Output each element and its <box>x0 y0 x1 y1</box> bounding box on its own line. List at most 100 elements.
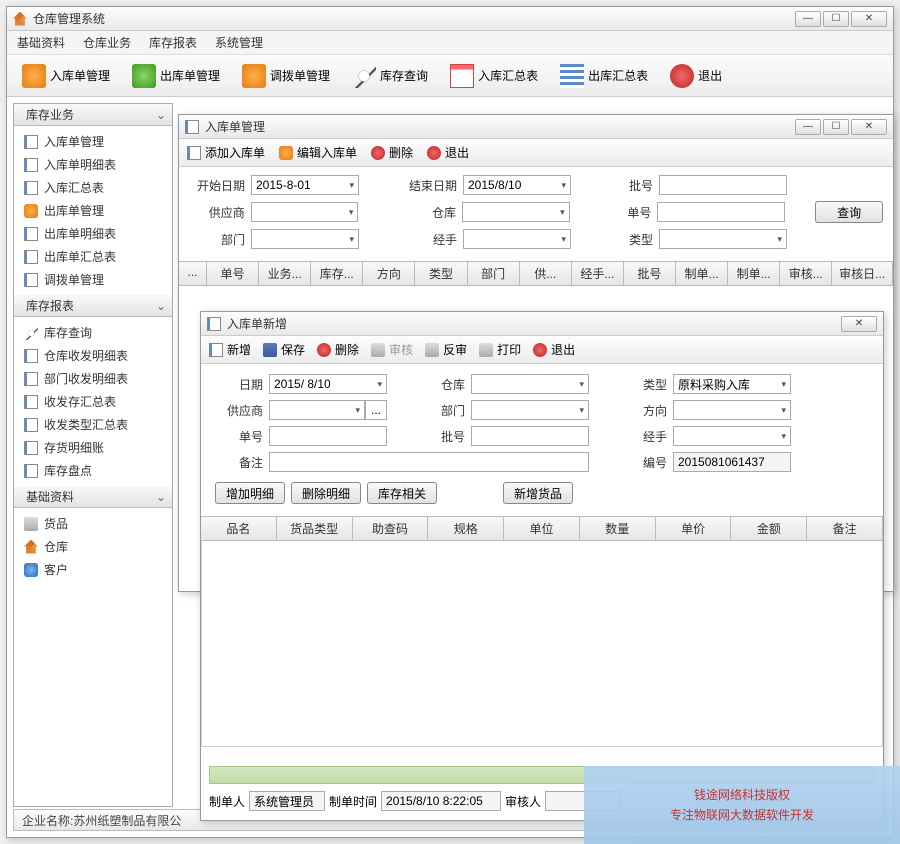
stock-related-button[interactable]: 库存相关 <box>367 482 437 504</box>
type-select[interactable]: ▾ <box>659 229 787 249</box>
side-item[interactable]: 出库单汇总表 <box>14 245 172 268</box>
col[interactable]: 金额 <box>731 517 807 540</box>
col[interactable]: 方向 <box>363 262 415 285</box>
col[interactable]: 经手... <box>572 262 624 285</box>
maximize-button[interactable]: ☐ <box>823 11 849 27</box>
menu-basic[interactable]: 基础资料 <box>17 34 65 51</box>
edit-button[interactable]: 编辑入库单 <box>279 144 357 161</box>
menu-business[interactable]: 仓库业务 <box>83 34 131 51</box>
new-button[interactable]: 新增 <box>209 341 251 358</box>
minimize-button[interactable]: — <box>795 11 821 27</box>
batch-input[interactable] <box>471 426 589 446</box>
delete-button[interactable]: 删除 <box>317 341 359 358</box>
handler-select[interactable]: ▾ <box>463 229 571 249</box>
type-select[interactable]: 原料采购入库▾ <box>673 374 791 394</box>
batch-input[interactable] <box>659 175 787 195</box>
exit-button[interactable]: 退出 <box>427 144 469 161</box>
tb-outsummary[interactable]: 出库汇总表 <box>551 59 657 93</box>
col[interactable]: 库存... <box>311 262 363 285</box>
col[interactable]: 批号 <box>624 262 676 285</box>
side-item[interactable]: 出库单管理 <box>14 199 172 222</box>
col[interactable]: 制单... <box>676 262 728 285</box>
close-button[interactable]: ✕ <box>851 119 887 135</box>
save-button[interactable]: 保存 <box>263 341 305 358</box>
exit-button[interactable]: 退出 <box>533 341 575 358</box>
col[interactable]: 单号 <box>207 262 259 285</box>
tb-transfer[interactable]: 调拨单管理 <box>233 59 339 93</box>
side-sec-business[interactable]: 库存业务 ⌄ <box>14 104 172 126</box>
side-item[interactable]: 部门收发明细表 <box>14 367 172 390</box>
tb-insummary[interactable]: 入库汇总表 <box>441 59 547 93</box>
col[interactable]: 单价 <box>656 517 732 540</box>
col[interactable]: 品名 <box>201 517 277 540</box>
side-item[interactable]: 货品 <box>14 512 172 535</box>
end-date-input[interactable]: 2015/8/10▾ <box>463 175 571 195</box>
side-item[interactable]: 入库汇总表 <box>14 176 172 199</box>
maximize-button[interactable]: ☐ <box>823 119 849 135</box>
minimize-button[interactable]: — <box>795 119 821 135</box>
add-button[interactable]: 添加入库单 <box>187 144 265 161</box>
tb-inbound[interactable]: 入库单管理 <box>13 59 119 93</box>
delete-button[interactable]: 删除 <box>371 144 413 161</box>
col[interactable]: 部门 <box>468 262 520 285</box>
col[interactable]: 业务... <box>259 262 311 285</box>
print-button[interactable]: 打印 <box>479 341 521 358</box>
del-detail-button[interactable]: 删除明细 <box>291 482 361 504</box>
docno-input[interactable] <box>269 426 387 446</box>
close-button[interactable]: ✕ <box>841 316 877 332</box>
col[interactable]: 类型 <box>415 262 467 285</box>
supplier-select[interactable]: ▾ <box>251 202 359 222</box>
side-item[interactable]: 客户 <box>14 558 172 581</box>
docno-input[interactable] <box>657 202 785 222</box>
warehouse-select[interactable]: ▾ <box>462 202 570 222</box>
side-sec-report[interactable]: 库存报表 ⌄ <box>14 295 172 317</box>
direction-select[interactable]: ▾ <box>673 400 791 420</box>
side-item[interactable]: 出库单明细表 <box>14 222 172 245</box>
side-item[interactable]: 入库单管理 <box>14 130 172 153</box>
menu-system[interactable]: 系统管理 <box>215 34 263 51</box>
date-input[interactable]: 2015/ 8/10▾ <box>269 374 387 394</box>
audit-button[interactable]: 审核 <box>371 341 413 358</box>
side-item[interactable]: 库存盘点 <box>14 459 172 482</box>
close-button[interactable]: ✕ <box>851 11 887 27</box>
col[interactable]: 审核日... <box>832 262 893 285</box>
menu-report[interactable]: 库存报表 <box>149 34 197 51</box>
col[interactable]: ... <box>179 262 207 285</box>
tb-exit[interactable]: 退出 <box>661 59 731 93</box>
supplier-select[interactable]: ▾ <box>269 400 365 420</box>
side-item[interactable]: 库存查询 <box>14 321 172 344</box>
col[interactable]: 货品类型 <box>277 517 353 540</box>
col[interactable]: 助查码 <box>353 517 429 540</box>
remark-input[interactable] <box>269 452 589 472</box>
start-date-input[interactable]: 2015-8-01▾ <box>251 175 359 195</box>
col[interactable]: 单位 <box>504 517 580 540</box>
side-sec-basic[interactable]: 基础资料 ⌄ <box>14 486 172 508</box>
col[interactable]: 制单... <box>728 262 780 285</box>
side-item[interactable]: 收发存汇总表 <box>14 390 172 413</box>
side-item[interactable]: 入库单明细表 <box>14 153 172 176</box>
col[interactable]: 备注 <box>807 517 883 540</box>
app-icon <box>13 12 27 26</box>
col[interactable]: 审核... <box>780 262 832 285</box>
dept-select[interactable]: ▾ <box>471 400 589 420</box>
warehouse-select[interactable]: ▾ <box>471 374 589 394</box>
side-item[interactable]: 收发类型汇总表 <box>14 413 172 436</box>
add-detail-button[interactable]: 增加明细 <box>215 482 285 504</box>
doc-icon <box>24 181 38 195</box>
col[interactable]: 数量 <box>580 517 656 540</box>
side-item[interactable]: 仓库收发明细表 <box>14 344 172 367</box>
side-item[interactable]: 调拨单管理 <box>14 268 172 291</box>
supplier-more-button[interactable]: ... <box>365 400 387 420</box>
dept-select[interactable]: ▾ <box>251 229 359 249</box>
new-goods-button[interactable]: 新增货品 <box>503 482 573 504</box>
tb-outbound[interactable]: 出库单管理 <box>123 59 229 93</box>
side-item[interactable]: 仓库 <box>14 535 172 558</box>
win3-grid-body[interactable] <box>201 541 883 747</box>
handler-select[interactable]: ▾ <box>673 426 791 446</box>
tb-query[interactable]: 库存查询 <box>343 59 437 93</box>
col[interactable]: 规格 <box>428 517 504 540</box>
unaudit-button[interactable]: 反审 <box>425 341 467 358</box>
query-button[interactable]: 查询 <box>815 201 883 223</box>
col[interactable]: 供... <box>520 262 572 285</box>
side-item[interactable]: 存货明细账 <box>14 436 172 459</box>
